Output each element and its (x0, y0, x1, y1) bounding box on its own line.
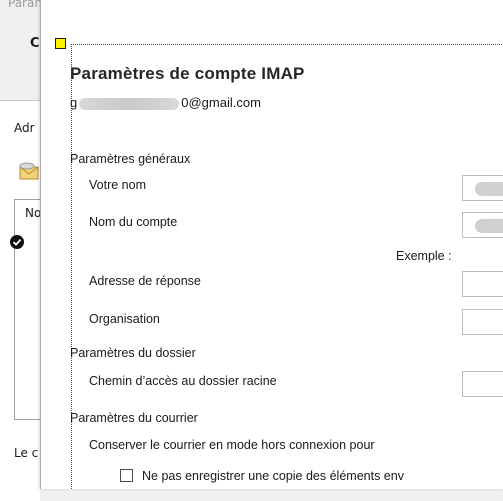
focus-handle (55, 38, 66, 49)
reply-address-input[interactable] (462, 271, 503, 297)
organization-label: Organisation (89, 312, 160, 326)
background-window-title: Paran (8, 0, 42, 10)
root-folder-input[interactable] (462, 371, 503, 397)
section-general: Paramètres généraux (70, 152, 191, 166)
background-heading: C (30, 36, 40, 51)
offline-mail-label: Conserver le courrier en mode hors conne… (89, 438, 375, 452)
your-name-label: Votre nom (89, 178, 146, 192)
email-redaction (79, 97, 180, 110)
root-folder-label: Chemin d’accès au dossier racine (89, 374, 277, 388)
account-name-redaction (475, 219, 503, 233)
background-tab-address[interactable]: Adr (14, 121, 35, 135)
account-name-label: Nom du compte (89, 215, 178, 229)
dont-save-sent-copy-checkbox[interactable] (120, 469, 133, 482)
example-text: Exemple : (396, 249, 452, 263)
organization-input[interactable] (462, 309, 503, 335)
default-account-check-icon (10, 235, 24, 249)
dont-save-sent-copy-label[interactable]: Ne pas enregistrer une copie des élément… (142, 469, 404, 483)
email-suffix: @gmail.com (188, 95, 261, 110)
reply-address-label: Adresse de réponse (89, 274, 201, 288)
dialog-title: Paramètres de compte IMAP (70, 64, 305, 83)
email-prefix: g (70, 95, 78, 110)
background-account-list[interactable]: No (14, 199, 42, 420)
your-name-input[interactable] (462, 175, 503, 201)
your-name-redaction (475, 182, 503, 196)
section-folder: Paramètres du dossier (70, 346, 196, 360)
mail-account-icon[interactable] (18, 162, 40, 180)
section-mail: Paramètres du courrier (70, 411, 198, 425)
background-bottom-text: Le c (14, 446, 39, 460)
account-name-input[interactable] (462, 212, 503, 238)
account-email: g 0@gmail.com (70, 95, 261, 110)
list-header-name: No (25, 206, 42, 220)
